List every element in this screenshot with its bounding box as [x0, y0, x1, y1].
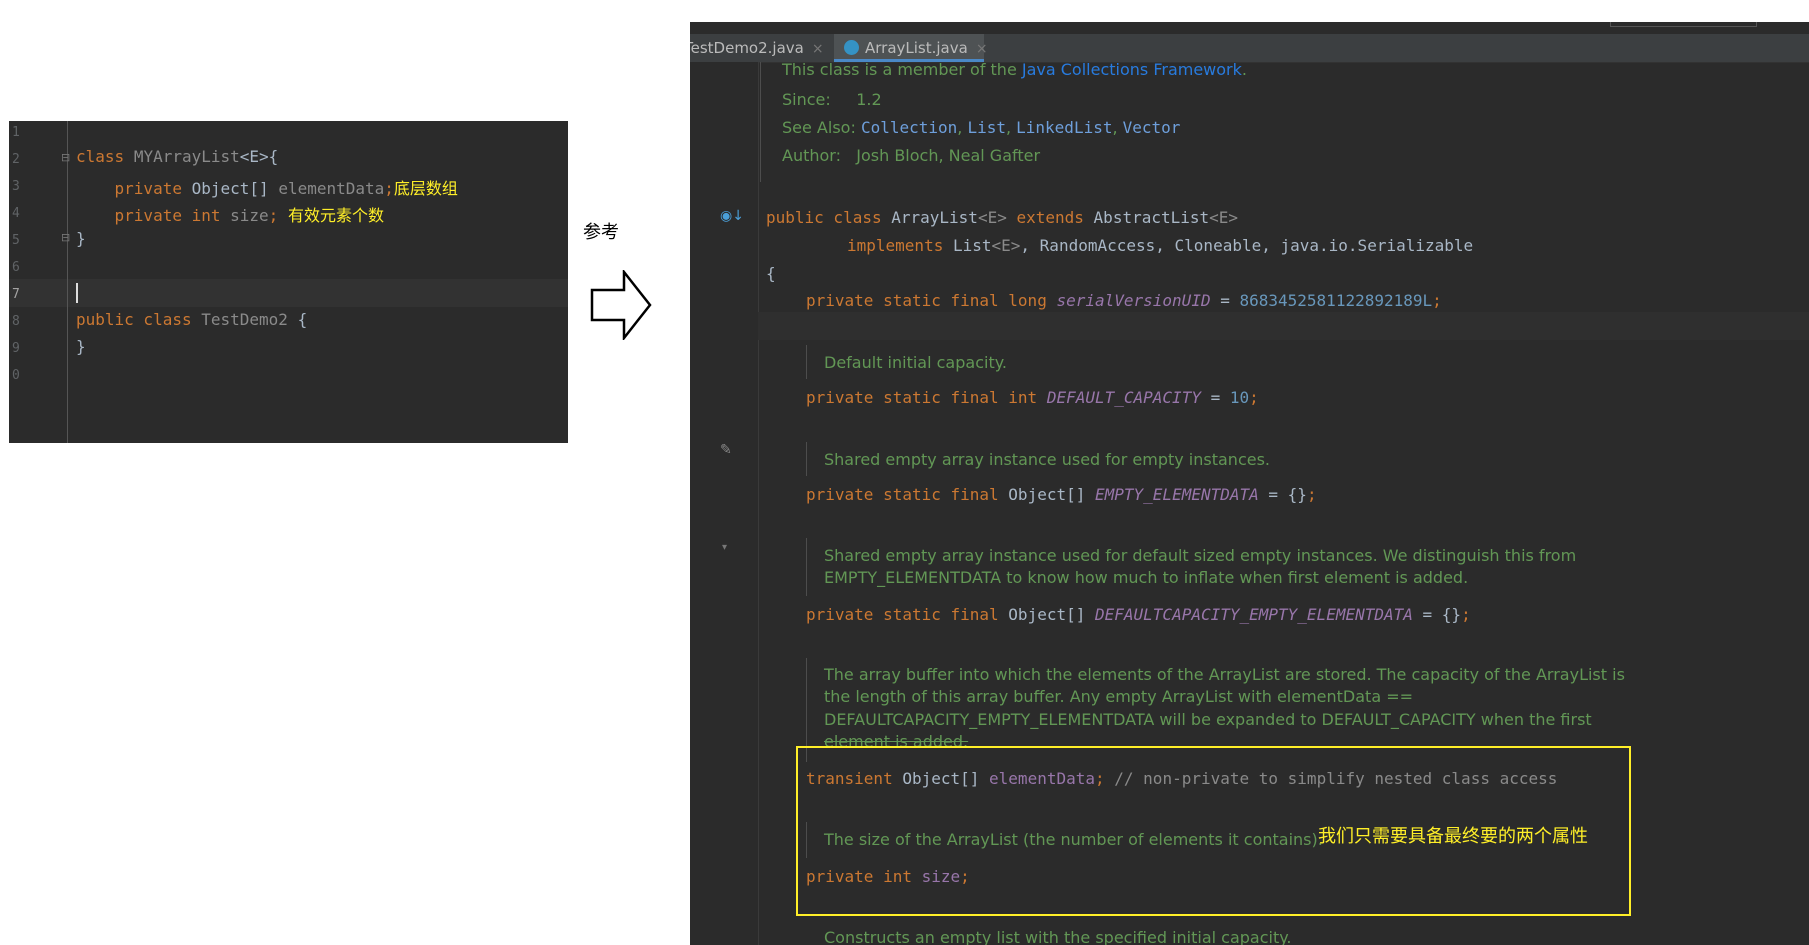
class-declaration: public class ArrayList<E> extends Abstra… — [766, 208, 1239, 227]
doc-bar — [806, 345, 807, 379]
doc-since: Since: 1.2 — [782, 90, 882, 109]
doc-comment: DEFAULTCAPACITY_EMPTY_ELEMENTDATA will b… — [824, 710, 1592, 729]
doc-member-line: This class is a member of the Java Colle… — [782, 60, 1247, 79]
line-number: 1 — [12, 125, 20, 140]
doc-see-also: See Also: Collection, List, LinkedList, … — [782, 118, 1181, 137]
current-line-highlight — [758, 312, 1809, 340]
code-line: public class TestDemo2 { — [76, 310, 308, 329]
doc-comment: Default initial capacity. — [824, 353, 1007, 372]
annotation-text: 我们只需要具备最终要的两个属性 — [1318, 826, 1588, 847]
code-line: class MYArrayList<E>{ — [76, 147, 279, 166]
tab-arraylist[interactable]: ArrayList.java × — [834, 34, 988, 62]
editor-gutter — [690, 62, 758, 945]
code-line: private int size; 有效元素个数 — [114, 206, 384, 225]
default-empty-line: private static final Object[] DEFAULTCAP… — [806, 605, 1471, 624]
annotation-text: 有效元素个数 — [287, 206, 384, 225]
gutter-divider — [758, 62, 759, 945]
left-code-editor[interactable]: 1 2 3 4 5 6 7 8 9 0 ⊟ ⊟ class MYArrayLis… — [9, 121, 568, 443]
editor-tab-bar: TestDemo2.java × ArrayList.java × — [690, 34, 1809, 63]
open-brace: { — [766, 264, 776, 283]
current-line-highlight — [9, 279, 568, 307]
line-number: 7 — [12, 287, 20, 302]
fold-icon[interactable]: ▾ — [722, 542, 727, 553]
line-number: 4 — [12, 206, 20, 221]
default-capacity-line: private static final int DEFAULT_CAPACIT… — [806, 388, 1259, 407]
close-icon[interactable]: × — [976, 41, 988, 57]
empty-elementdata-line: private static final Object[] EMPTY_ELEM… — [806, 485, 1317, 504]
fold-icon[interactable]: ⊟ — [61, 231, 70, 244]
doc-comment: the length of this array buffer. Any emp… — [824, 687, 1414, 706]
doc-comment: Shared empty array instance used for def… — [824, 546, 1577, 565]
line-number: 0 — [12, 368, 20, 383]
code-line: private Object[] elementData;底层数组 — [114, 179, 458, 198]
window-control-frame — [1610, 22, 1757, 27]
doc-comment: EMPTY_ELEMENTDATA to know how much to in… — [824, 568, 1469, 587]
doc-comment: Shared empty array instance used for emp… — [824, 450, 1270, 469]
class-file-icon — [844, 40, 859, 55]
line-number: 5 — [12, 233, 20, 248]
line-number: 9 — [12, 341, 20, 356]
overrides-icon[interactable]: ◉↓ — [720, 208, 744, 224]
code-line: } — [76, 229, 86, 248]
doc-author: Author: Josh Bloch, Neal Gafter — [782, 146, 1041, 165]
code-line: } — [76, 337, 86, 356]
tab-testdemo2[interactable]: TestDemo2.java × — [690, 34, 830, 62]
edit-icon[interactable]: ✎ — [720, 442, 732, 458]
doc-bar — [760, 62, 761, 182]
close-icon[interactable]: × — [812, 41, 824, 57]
doc-comment: The array buffer into which the elements… — [824, 665, 1625, 684]
serial-version-line: private static final long serialVersionU… — [806, 291, 1442, 310]
implements-line: implements List<E>, RandomAccess, Clonea… — [847, 236, 1474, 255]
gutter-divider — [67, 121, 68, 443]
line-number: 6 — [12, 260, 20, 275]
annotation-text: 底层数组 — [393, 179, 458, 198]
doc-comment: Constructs an empty list with the specif… — [824, 928, 1292, 945]
line-number: 3 — [12, 179, 20, 194]
doc-bar — [806, 442, 807, 476]
line-number: 2 — [12, 152, 20, 167]
right-arrow-icon — [590, 270, 652, 340]
text-cursor — [76, 283, 78, 303]
doc-bar — [806, 538, 807, 596]
line-number: 8 — [12, 314, 20, 329]
reference-label: 参考 — [583, 222, 619, 243]
fold-icon[interactable]: ⊟ — [61, 151, 70, 164]
